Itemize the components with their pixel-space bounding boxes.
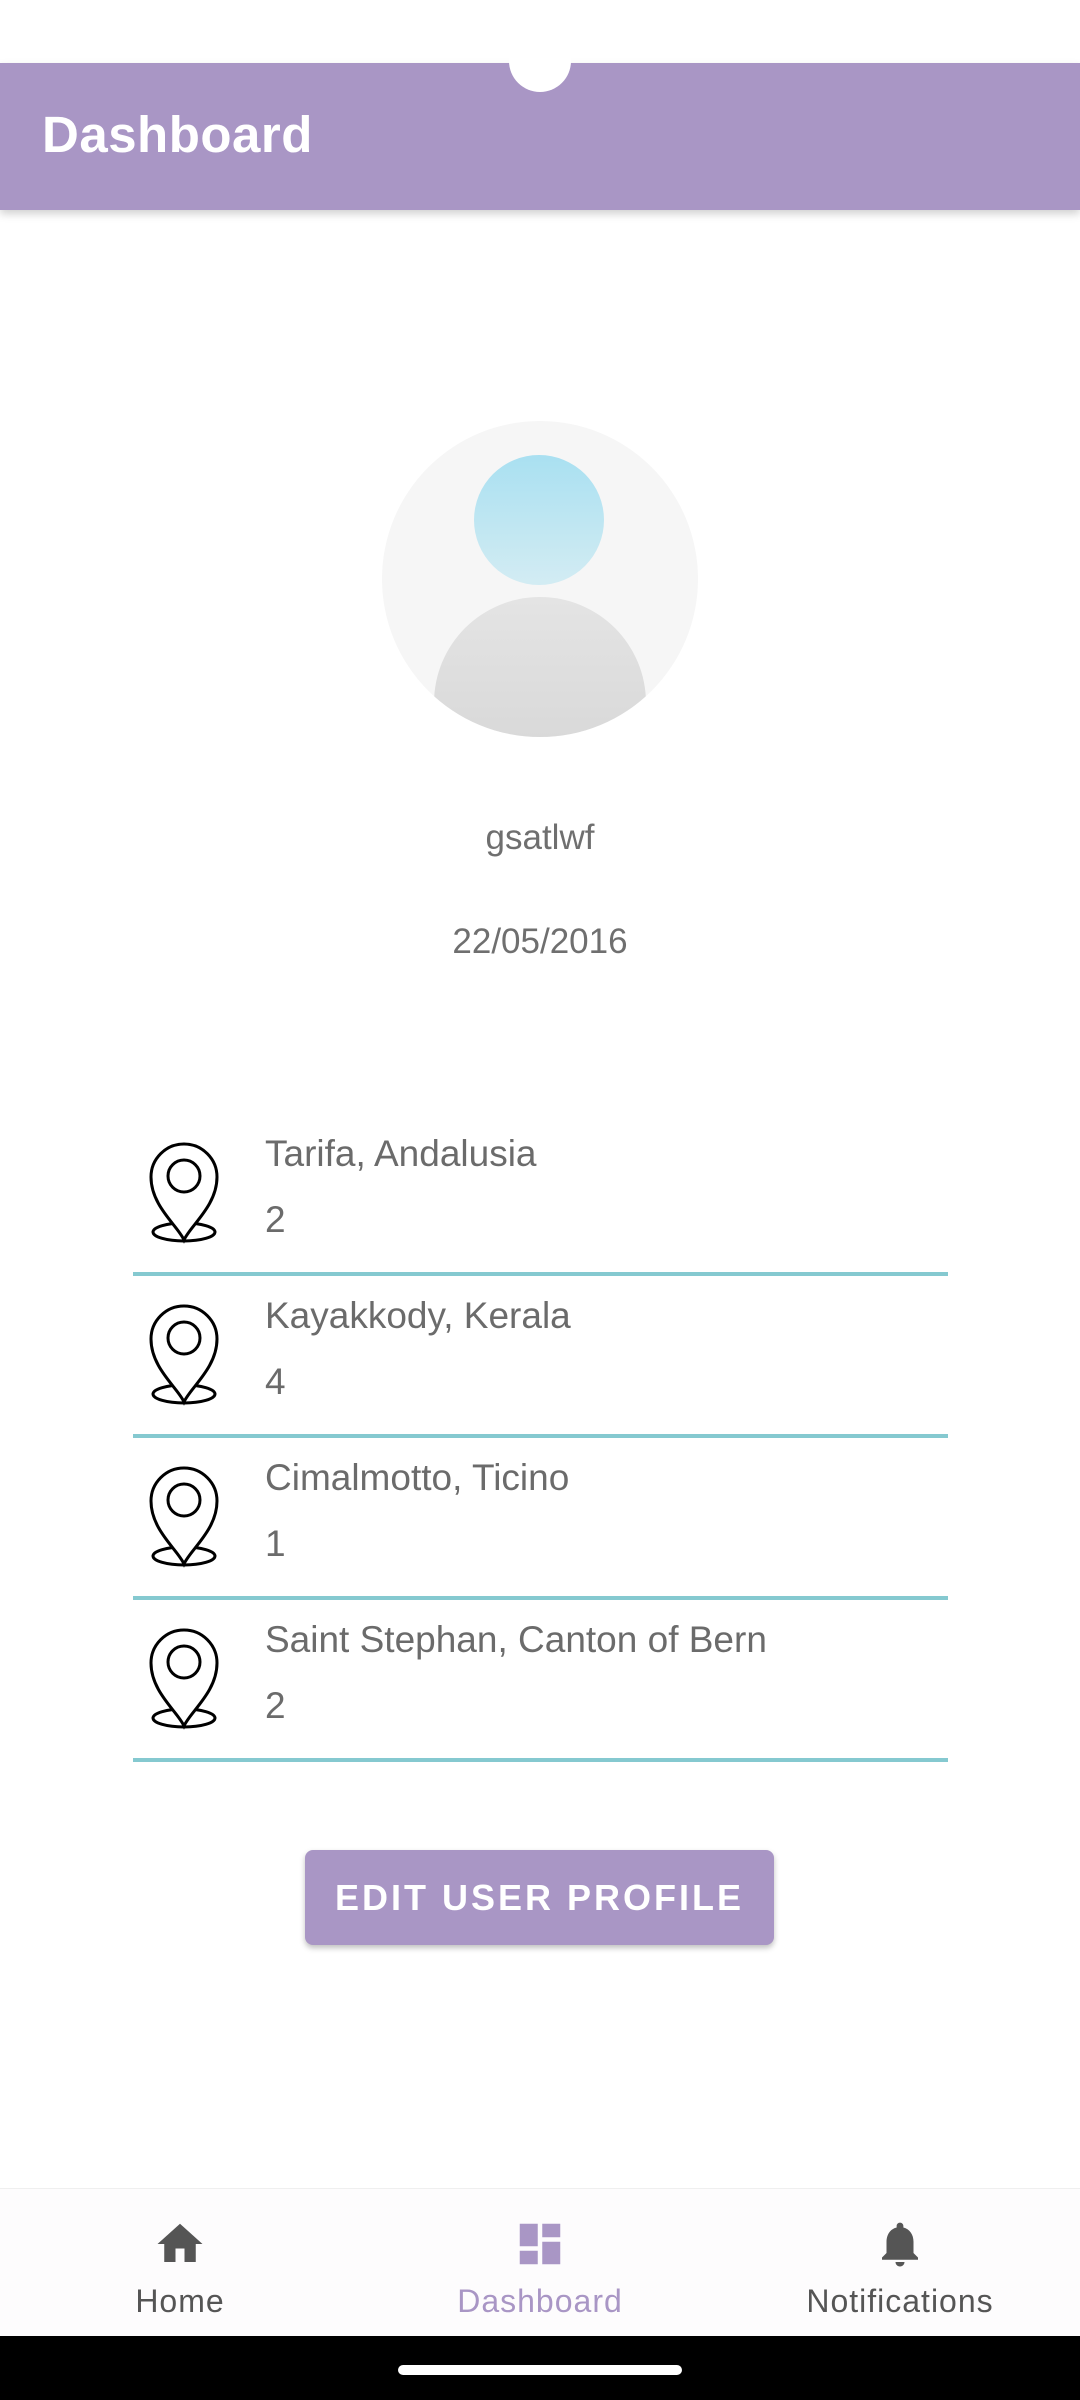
place-name: Kayakkody, Kerala <box>265 1295 571 1336</box>
username: gsatlwf <box>485 818 595 857</box>
page-title: Dashboard <box>42 106 313 163</box>
place-name: Cimalmotto, Ticino <box>265 1457 570 1498</box>
edit-user-profile-button[interactable]: EDIT USER PROFILE <box>305 1850 774 1945</box>
dashboard-icon <box>519 2223 561 2265</box>
places-list: Tarifa, Andalusia 2 Kayakkody, Kerala 4 … <box>133 1114 948 1762</box>
location-pin-icon <box>149 1142 219 1244</box>
list-item[interactable]: Kayakkody, Kerala 4 <box>133 1276 948 1438</box>
nav-label-dashboard: Dashboard <box>457 2283 623 2319</box>
home-icon <box>157 2223 203 2262</box>
place-count: 2 <box>265 1685 286 1726</box>
nav-item-dashboard[interactable]: Dashboard <box>360 2189 720 2337</box>
list-item[interactable]: Cimalmotto, Ticino 1 <box>133 1438 948 1600</box>
place-count: 1 <box>265 1523 286 1564</box>
list-item[interactable]: Saint Stephan, Canton of Bern 2 <box>133 1600 948 1762</box>
nav-label-notifications: Notifications <box>806 2283 994 2319</box>
bottom-navigation: Home Dashboard Notifications <box>0 2188 1080 2336</box>
location-pin-icon <box>149 1628 219 1730</box>
nav-item-notifications[interactable]: Notifications <box>720 2189 1080 2337</box>
camera-cutout <box>509 30 571 92</box>
list-item[interactable]: Tarifa, Andalusia 2 <box>133 1114 948 1276</box>
place-count: 2 <box>265 1199 286 1240</box>
system-gesture-bar <box>0 2336 1080 2400</box>
nav-label-home: Home <box>135 2283 225 2319</box>
bell-icon <box>882 2222 918 2267</box>
place-name: Saint Stephan, Canton of Bern <box>265 1619 767 1660</box>
place-name: Tarifa, Andalusia <box>265 1133 537 1174</box>
nav-item-home[interactable]: Home <box>0 2189 360 2337</box>
place-count: 4 <box>265 1361 286 1402</box>
avatar-head <box>474 455 604 585</box>
location-pin-icon <box>149 1304 219 1406</box>
avatar <box>382 421 698 737</box>
profile-date: 22/05/2016 <box>452 922 628 961</box>
avatar-body <box>434 597 646 737</box>
location-pin-icon <box>149 1466 219 1568</box>
home-gesture-handle[interactable] <box>398 2365 682 2375</box>
